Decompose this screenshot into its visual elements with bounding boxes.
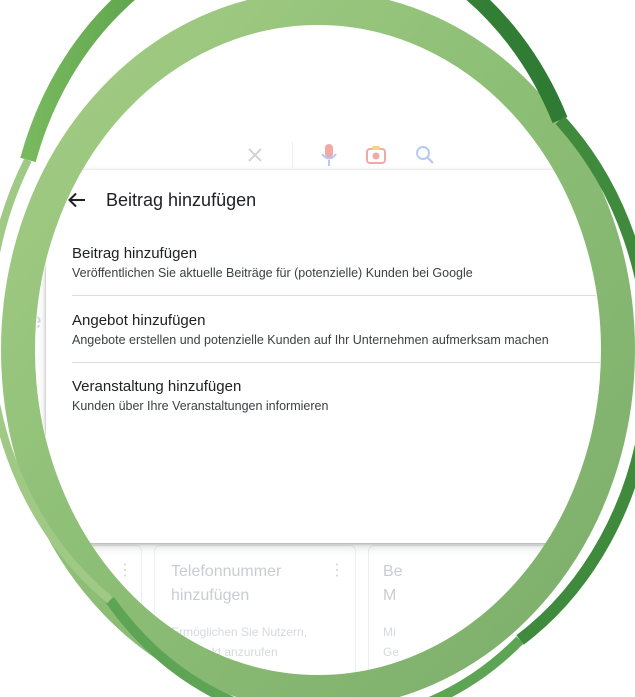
seconds-fragment: Sekun bbox=[0, 258, 37, 273]
google-fragment: ogle bbox=[0, 308, 42, 333]
back-arrow-icon bbox=[68, 192, 85, 208]
chat-label-fragment: und A... bbox=[0, 490, 45, 505]
dialog-title: Beitrag hinzufügen bbox=[106, 189, 257, 210]
add-post-dialog: Beitrag hinzufügen Beitrag hinzufügen Ve… bbox=[46, 170, 635, 543]
card-desc: Mi Ge bbox=[383, 625, 400, 659]
close-icon[interactable] bbox=[246, 146, 264, 164]
divider bbox=[72, 295, 635, 296]
card-title: Telefonnummer hinzufügen bbox=[171, 563, 282, 604]
card-desc: en vom bbox=[67, 617, 107, 631]
option-description: Kunden über Ihre Veranstaltungen informi… bbox=[72, 399, 329, 413]
news-icon bbox=[0, 376, 18, 392]
option-add-event[interactable]: Veranstaltung hinzufügen Kunden über Ihr… bbox=[72, 377, 635, 415]
divider bbox=[72, 362, 635, 363]
option-title: Beitrag hinzufügen bbox=[72, 245, 198, 262]
news-tab-fragment: ews bbox=[0, 210, 24, 225]
background-card-2: Telefonnummer hinzufügen Ermöglichen Sie… bbox=[154, 545, 356, 697]
more-vert-icon[interactable]: ⋮ bbox=[117, 560, 133, 580]
chat-icon bbox=[0, 458, 16, 474]
option-add-offer[interactable]: Angebot hinzufügen Angebote erstellen un… bbox=[72, 311, 635, 349]
camera-search-icon[interactable] bbox=[365, 144, 387, 166]
news-label-fragment: richten bbox=[0, 408, 40, 423]
card-title: Be M bbox=[383, 563, 403, 604]
option-description: Angebote erstellen und potenzielle Kunde… bbox=[72, 333, 549, 347]
toolbar-divider bbox=[292, 142, 293, 168]
card-desc: Ermöglichen Sie Nutzern, Sie direkt anzu… bbox=[171, 625, 308, 659]
option-title: Angebot hinzufügen bbox=[72, 312, 206, 329]
dialog-header: Beitrag hinzufügen bbox=[66, 188, 256, 212]
background-card-3: Be M Mi Ge bbox=[368, 545, 570, 697]
more-vert-icon[interactable]: ⋮ bbox=[329, 560, 345, 580]
search-toolbar bbox=[246, 142, 435, 168]
search-icon[interactable] bbox=[415, 145, 435, 165]
background-card-1: hinzufügen en vom ⋮ bbox=[0, 545, 142, 697]
back-button[interactable] bbox=[66, 189, 88, 211]
option-add-post[interactable]: Beitrag hinzufügen Veröffentlichen Sie a… bbox=[72, 244, 635, 282]
option-title: Veranstaltung hinzufügen bbox=[72, 378, 242, 395]
card-title: hinzufügen bbox=[9, 563, 88, 580]
screenshot-stage: ews Sekun ogle richten und A... hinzufüg… bbox=[0, 0, 635, 697]
mic-icon[interactable] bbox=[321, 143, 337, 167]
option-description: Veröffentlichen Sie aktuelle Beiträge fü… bbox=[72, 266, 473, 280]
